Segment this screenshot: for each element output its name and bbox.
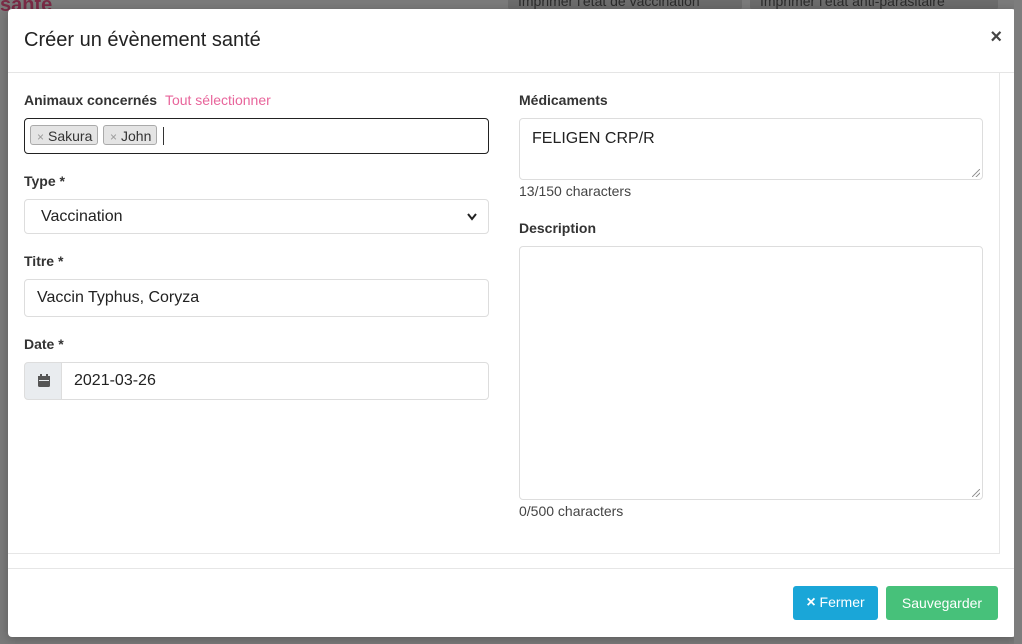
type-selected-value: Vaccination [41, 208, 123, 225]
animal-tag-john: × John [103, 125, 158, 145]
text-cursor [163, 127, 164, 145]
modal-title: Créer un évènement santé [24, 29, 261, 51]
tag-label: John [121, 128, 152, 144]
close-button[interactable]: × Fermer [793, 586, 878, 620]
background-button-label: Imprimer l'état anti-parasitaire [760, 0, 945, 9]
date-label: Date * [24, 336, 64, 352]
date-input-group: 2021-03-26 [24, 362, 489, 400]
calendar-icon-svg [38, 374, 50, 387]
chevron-down-icon [467, 213, 477, 221]
animal-tag-sakura: × Sakura [30, 125, 99, 145]
animals-label-text: Animaux concernés [24, 92, 158, 108]
background-button-label: Imprimer l'état de vaccination [518, 0, 700, 9]
select-all-link[interactable]: Tout sélectionner [165, 92, 271, 108]
medicaments-value: FELIGEN CRP/R [532, 130, 655, 147]
tag-label: Sakura [48, 128, 93, 144]
type-label: Type * [24, 173, 65, 189]
description-textarea[interactable] [519, 246, 983, 500]
background-edge [1014, 0, 1022, 644]
medicaments-textarea[interactable]: FELIGEN CRP/R [519, 118, 983, 180]
description-label: Description [519, 220, 597, 236]
description-counter: 0/500 characters [519, 503, 624, 519]
close-button-label: Fermer [819, 594, 865, 610]
animals-multiselect[interactable]: × Sakura × John [24, 118, 489, 154]
medicaments-label: Médicaments [519, 92, 608, 108]
resize-handle[interactable] [972, 169, 980, 177]
modal-body: Animaux concernés Tout sélectionner × Sak… [8, 73, 1000, 554]
date-input[interactable]: 2021-03-26 [61, 362, 489, 400]
modal-header: Créer un évènement santé × [8, 9, 1016, 73]
modal-footer: × Fermer Sauvegarder [8, 568, 1016, 638]
titre-input[interactable]: Vaccin Typhus, Coryza [24, 279, 489, 317]
save-button[interactable]: Sauvegarder [886, 586, 998, 620]
close-button-icon: × [806, 594, 816, 611]
remove-tag-icon[interactable]: × [37, 130, 44, 144]
remove-tag-icon[interactable]: × [110, 130, 117, 144]
animals-label: Animaux concernés Tout sélectionner [24, 92, 271, 108]
close-icon[interactable]: × [990, 25, 1002, 49]
calendar-icon[interactable] [24, 362, 62, 400]
create-health-event-modal: Créer un évènement santé × Animaux conce… [8, 9, 1016, 637]
titre-label: Titre * [24, 253, 64, 269]
resize-handle[interactable] [972, 489, 980, 497]
type-select[interactable]: Vaccination [24, 199, 489, 234]
medicaments-counter: 13/150 characters [519, 183, 632, 199]
